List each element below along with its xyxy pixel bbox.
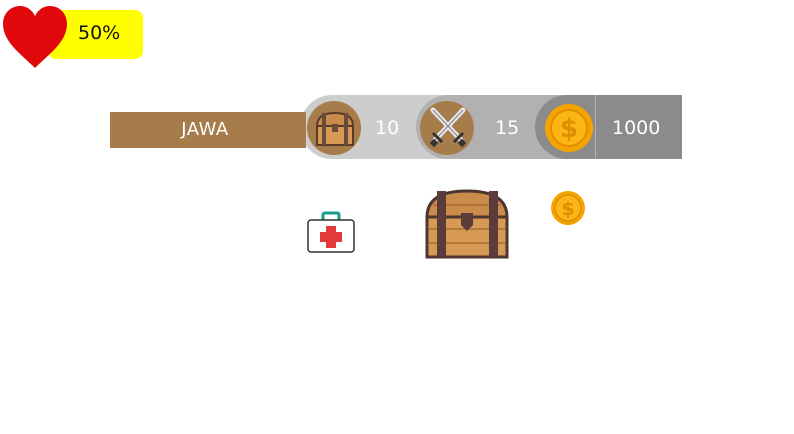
- health-percent: 50%: [78, 22, 121, 44]
- crossed-swords-icon: [429, 107, 467, 148]
- svg-text:$: $: [560, 114, 578, 144]
- chest-count: 10: [375, 117, 400, 139]
- medkit-icon[interactable]: [305, 210, 357, 254]
- sword-count: 15: [495, 117, 520, 139]
- svg-text:$: $: [561, 198, 574, 220]
- heart-icon: [3, 6, 67, 68]
- treasure-chest-icon[interactable]: [423, 187, 511, 262]
- treasure-chest-icon: [315, 111, 355, 146]
- gold-count: 1000: [612, 117, 661, 139]
- gold-coin-icon: $: [545, 104, 593, 152]
- gold-coin-icon[interactable]: $: [550, 190, 586, 226]
- player-name: JAWA: [181, 119, 229, 140]
